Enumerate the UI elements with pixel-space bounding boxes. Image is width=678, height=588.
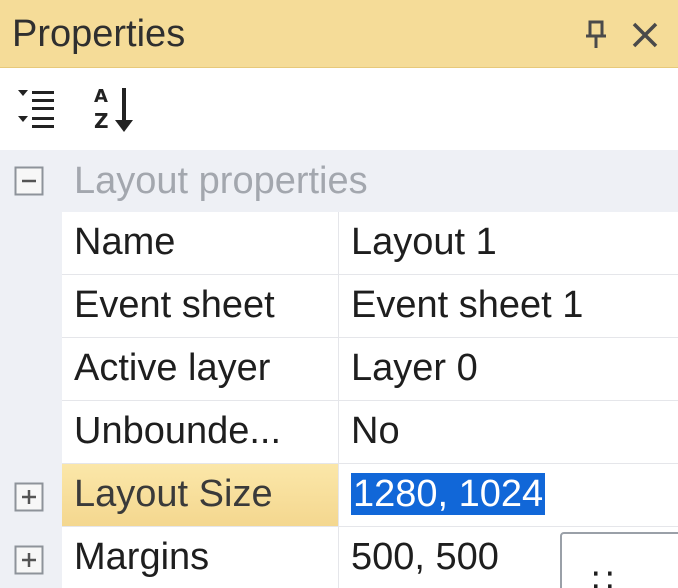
property-name: Active layer <box>62 338 339 400</box>
svg-text:Z: Z <box>94 109 109 133</box>
properties-toolbar: A Z <box>0 68 678 150</box>
property-value[interactable]: Layer 0 <box>339 338 678 400</box>
property-row-layout-size[interactable]: Layout Size 1280, 1024 <box>62 464 678 527</box>
selected-value-text[interactable]: 1280, 1024 <box>351 473 546 515</box>
pin-icon[interactable] <box>580 18 614 52</box>
property-name: Layout Size <box>62 464 339 526</box>
svg-text:A: A <box>94 86 108 107</box>
property-value[interactable]: Layout 1 <box>339 212 678 274</box>
property-name: Margins <box>62 527 339 588</box>
property-row-active-layer[interactable]: Active layer Layer 0 <box>62 338 678 401</box>
property-row-name[interactable]: Name Layout 1 <box>62 212 678 275</box>
property-value[interactable]: 1280, 1024 <box>339 464 678 526</box>
collapse-icon[interactable] <box>14 166 44 196</box>
property-value[interactable]: No <box>339 401 678 463</box>
close-icon[interactable] <box>628 18 662 52</box>
property-row-event-sheet[interactable]: Event sheet Event sheet 1 <box>62 275 678 338</box>
property-value[interactable]: Event sheet 1 <box>339 275 678 337</box>
property-row-unbounded[interactable]: Unbounde... No <box>62 401 678 464</box>
property-name: Event sheet <box>62 275 339 337</box>
panel-title: Properties <box>12 13 186 55</box>
property-name: Unbounde... <box>62 401 339 463</box>
category-label: Layout properties <box>74 160 368 202</box>
categorized-view-icon[interactable] <box>12 82 68 138</box>
expand-icon[interactable] <box>14 545 44 575</box>
value-popup[interactable]: ∷ <box>560 532 678 588</box>
property-grid: Layout properties Name Layout 1 Event sh… <box>0 150 678 588</box>
property-name: Name <box>62 212 339 274</box>
category-layout-properties[interactable]: Layout properties <box>0 150 678 212</box>
expand-icon[interactable] <box>14 482 44 512</box>
grid-gutter <box>0 150 62 588</box>
properties-title-bar: Properties <box>0 0 678 68</box>
popup-glyph: ∷ <box>592 561 614 588</box>
sort-alphabetical-icon[interactable]: A Z <box>88 82 144 138</box>
